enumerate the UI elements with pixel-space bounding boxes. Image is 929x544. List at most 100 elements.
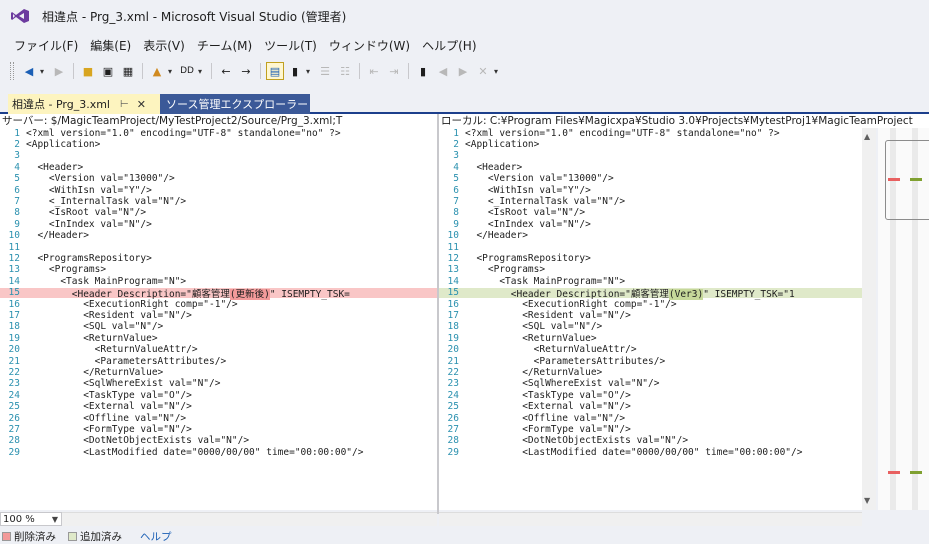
code-line[interactable]: 7 <_InternalTask val="N"/> xyxy=(439,196,862,207)
code-line[interactable]: 25 <External val="N"/> xyxy=(0,401,437,412)
diff-overview-margin[interactable] xyxy=(878,128,929,510)
code-line[interactable]: 29 <LastModified date="0000/00/00" time=… xyxy=(439,447,862,458)
pin-icon[interactable]: ⊢ xyxy=(120,99,129,110)
left-horizontal-scrollbar[interactable] xyxy=(62,512,437,526)
code-line[interactable]: 18 <SQL val="N"/> xyxy=(439,321,862,332)
menu-file[interactable]: ファイル(F) xyxy=(8,37,84,54)
open-folder-icon[interactable]: ■ xyxy=(79,62,97,80)
code-line[interactable]: 24 <TaskType val="O"/> xyxy=(439,390,862,401)
code-line[interactable]: 10 </Header> xyxy=(439,230,862,241)
code-line[interactable]: 5 <Version val="13000"/> xyxy=(0,173,437,184)
code-line[interactable]: 20 <ReturnValueAttr/> xyxy=(0,344,437,355)
code-line[interactable]: 16 <ExecutionRight comp="-1"/> xyxy=(0,299,437,310)
outdent-icon[interactable]: ⇤ xyxy=(365,62,383,80)
code-line[interactable]: 19 <ReturnValue> xyxy=(439,333,862,344)
forward-icon[interactable]: ▶ xyxy=(50,62,68,80)
menu-tools[interactable]: ツール(T) xyxy=(258,37,323,54)
code-line[interactable]: 23 <SqlWhereExist val="N"/> xyxy=(0,378,437,389)
bookmark-next-icon[interactable]: ▶ xyxy=(454,62,472,80)
code-line[interactable]: 22 </ReturnValue> xyxy=(0,367,437,378)
code-line[interactable]: 8 <IsRoot val="N"/> xyxy=(0,207,437,218)
tab-diff[interactable]: 相違点 - Prg_3.xml ⊢ ✕ xyxy=(8,94,160,114)
left-code-pane[interactable]: 1 <?xml version="1.0" encoding="UTF-8" st… xyxy=(0,128,437,510)
zoom-select[interactable]: 100 % ▼ xyxy=(0,512,62,526)
toolbar-grip[interactable] xyxy=(10,62,14,80)
menu-edit[interactable]: 編集(E) xyxy=(84,37,137,54)
code-line[interactable]: 6 <WithIsn val="Y"/> xyxy=(439,185,862,196)
back-icon[interactable]: ◀ xyxy=(20,62,38,80)
close-icon[interactable]: ✕ xyxy=(137,98,146,111)
code-line[interactable]: 19 <ReturnValue> xyxy=(0,333,437,344)
code-line[interactable]: 24 <TaskType val="O"/> xyxy=(0,390,437,401)
dropdown-arrow-icon[interactable]: ▾ xyxy=(306,67,314,76)
menu-view[interactable]: 表示(V) xyxy=(137,37,191,54)
code-line[interactable]: 2 <Application> xyxy=(0,139,437,150)
code-line[interactable]: 27 <FormType val="N"/> xyxy=(0,424,437,435)
code-line[interactable]: 9 <InIndex val="N"/> xyxy=(0,219,437,230)
right-horizontal-scrollbar[interactable] xyxy=(439,512,862,526)
scroll-down-icon[interactable]: ▼ xyxy=(864,496,870,505)
code-line[interactable]: 26 <Offline val="N"/> xyxy=(0,413,437,424)
dropdown-arrow-icon[interactable]: ▾ xyxy=(168,67,176,76)
code-line[interactable]: 17 <Resident val="N"/> xyxy=(439,310,862,321)
code-line[interactable]: 23 <SqlWhereExist val="N"/> xyxy=(439,378,862,389)
indent-icon[interactable]: ⇥ xyxy=(385,62,403,80)
code-line[interactable]: 13 <Programs> xyxy=(439,264,862,275)
dropdown-arrow-icon[interactable]: ▾ xyxy=(198,67,206,76)
bookmark-prev-icon[interactable]: ◀ xyxy=(434,62,452,80)
menu-window[interactable]: ウィンドウ(W) xyxy=(323,37,416,54)
code-line[interactable]: 12 <ProgramsRepository> xyxy=(0,253,437,264)
save-all-icon[interactable]: ▦ xyxy=(119,62,137,80)
code-line[interactable]: 15 <Header Description="顧客管理(更新後)" ISEMP… xyxy=(0,287,437,300)
right-vertical-scrollbar[interactable]: ▲ ▼ xyxy=(862,128,876,510)
dropdown-arrow-icon[interactable]: ▾ xyxy=(494,67,502,76)
code-line[interactable]: 16 <ExecutionRight comp="-1"/> xyxy=(439,299,862,310)
code-line[interactable]: 11 xyxy=(439,242,862,253)
code-line[interactable]: 1 <?xml version="1.0" encoding="UTF-8" st… xyxy=(0,128,437,139)
code-line[interactable]: 27 <FormType val="N"/> xyxy=(439,424,862,435)
code-line[interactable]: 21 <ParametersAttributes/> xyxy=(0,356,437,367)
options-icon[interactable]: ☷ xyxy=(336,62,354,80)
save-icon[interactable]: ▣ xyxy=(99,62,117,80)
code-line[interactable]: 2 <Application> xyxy=(439,139,862,150)
code-line[interactable]: 20 <ReturnValueAttr/> xyxy=(439,344,862,355)
scroll-up-icon[interactable]: ▲ xyxy=(864,132,870,141)
inline-icon[interactable]: ▮ xyxy=(286,62,304,80)
menu-help[interactable]: ヘルプ(H) xyxy=(416,37,482,54)
code-line[interactable]: 4 <Header> xyxy=(0,162,437,173)
menu-team[interactable]: チーム(M) xyxy=(191,37,258,54)
code-line[interactable]: 26 <Offline val="N"/> xyxy=(439,413,862,424)
code-line[interactable]: 9 <InIndex val="N"/> xyxy=(439,219,862,230)
code-line[interactable]: 7 <_InternalTask val="N"/> xyxy=(0,196,437,207)
code-line[interactable]: 12 <ProgramsRepository> xyxy=(439,253,862,264)
chevron-down-icon[interactable]: ▼ xyxy=(52,515,58,524)
code-line[interactable]: 28 <DotNetObjectExists val="N"/> xyxy=(0,435,437,446)
code-line[interactable]: 4 <Header> xyxy=(439,162,862,173)
bookmark-clear-icon[interactable]: ✕ xyxy=(474,62,492,80)
split-icon[interactable]: ☰ xyxy=(316,62,334,80)
compare-icon[interactable]: ▲ xyxy=(148,62,166,80)
code-line[interactable]: 5 <Version val="13000"/> xyxy=(439,173,862,184)
nav-right-icon[interactable]: → xyxy=(237,62,255,80)
code-line[interactable]: 28 <DotNetObjectExists val="N"/> xyxy=(439,435,862,446)
overview-viewport[interactable] xyxy=(885,140,929,220)
view-mode-icon[interactable]: DD xyxy=(178,62,196,80)
code-line[interactable]: 17 <Resident val="N"/> xyxy=(0,310,437,321)
right-code-pane[interactable]: 1 <?xml version="1.0" encoding="UTF-8" st… xyxy=(439,128,862,510)
bookmark-icon[interactable]: ▮ xyxy=(414,62,432,80)
code-line[interactable]: 6 <WithIsn val="Y"/> xyxy=(0,185,437,196)
code-line[interactable]: 3 xyxy=(0,150,437,161)
dropdown-arrow-icon[interactable]: ▾ xyxy=(40,67,48,76)
code-line[interactable]: 18 <SQL val="N"/> xyxy=(0,321,437,332)
code-line[interactable]: 3 xyxy=(439,150,862,161)
code-line[interactable]: 13 <Programs> xyxy=(0,264,437,275)
tab-source-control-explorer[interactable]: ソース管理エクスプローラー xyxy=(160,94,310,114)
code-line[interactable]: 8 <IsRoot val="N"/> xyxy=(439,207,862,218)
code-line[interactable]: 22 </ReturnValue> xyxy=(439,367,862,378)
code-line[interactable]: 25 <External val="N"/> xyxy=(439,401,862,412)
side-by-side-icon[interactable]: ▤ xyxy=(266,62,284,80)
code-line[interactable]: 15 <Header Description="顧客管理(Ver3)" ISEM… xyxy=(439,287,862,300)
code-line[interactable]: 11 xyxy=(0,242,437,253)
nav-left-icon[interactable]: ← xyxy=(217,62,235,80)
help-link[interactable]: ヘルプ xyxy=(140,529,172,544)
